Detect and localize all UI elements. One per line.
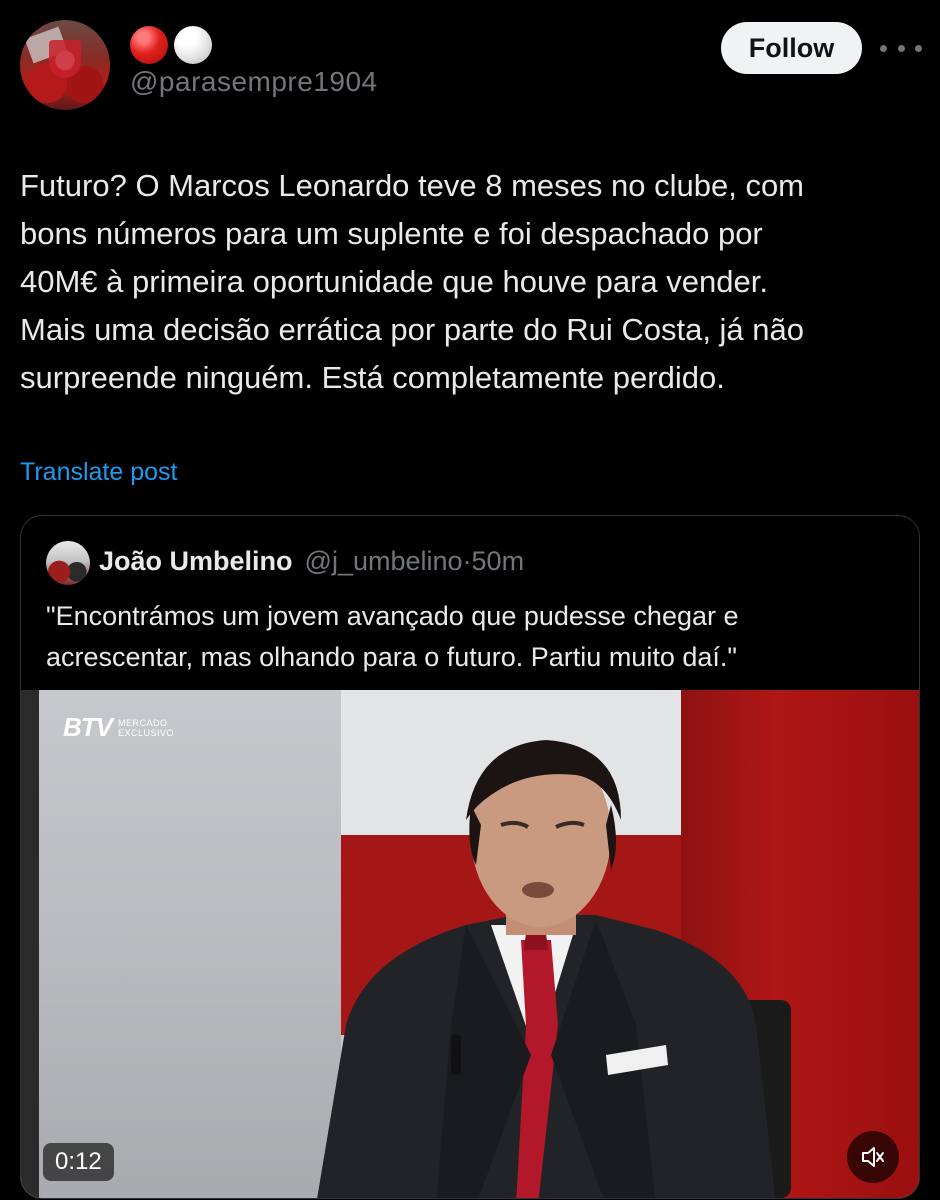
- channel-tag-line1: MERCADO: [118, 717, 168, 728]
- quoted-author-meta: @j_umbelino·50m: [305, 546, 525, 577]
- quoted-author-name[interactable]: João Umbelino: [99, 546, 293, 577]
- quoted-post-header: João Umbelino @j_umbelino·50m: [99, 546, 524, 577]
- quoted-post-card[interactable]: João Umbelino @j_umbelino·50m "Encontrám…: [20, 515, 920, 1199]
- video-player[interactable]: BTV MERCADO EXCLUSIVO 0:12: [21, 690, 919, 1198]
- author-display-name[interactable]: [130, 26, 212, 64]
- video-elapsed-time: 0:12: [43, 1143, 114, 1181]
- follow-button[interactable]: Follow: [721, 22, 862, 74]
- quoted-author-avatar[interactable]: [46, 541, 90, 585]
- author-avatar[interactable]: [20, 20, 110, 110]
- presenter-figure: [317, 740, 776, 1198]
- meta-separator: ·: [462, 546, 472, 576]
- avatar-crest: [49, 39, 81, 78]
- btv-logo-mark: BTV: [63, 712, 113, 742]
- quoted-post-time[interactable]: 50m: [472, 546, 525, 576]
- author-handle[interactable]: @parasempre1904: [130, 66, 378, 98]
- post-text: Futuro? O Marcos Leonardo teve 8 meses n…: [20, 168, 805, 395]
- red-circle-emoji: [130, 26, 168, 64]
- channel-logo: BTV MERCADO EXCLUSIVO: [63, 712, 174, 743]
- speaker-muted-icon[interactable]: [847, 1131, 899, 1183]
- channel-tag-line2: EXCLUSIVO: [118, 727, 175, 738]
- studio-edge: [21, 690, 39, 1198]
- quoted-author-handle[interactable]: @j_umbelino: [305, 546, 463, 576]
- translate-post-link[interactable]: Translate post: [20, 458, 177, 487]
- white-circle-emoji: [174, 26, 212, 64]
- quoted-post-text: "Encontrámos um jovem avançado que pudes…: [46, 601, 739, 672]
- channel-tag: MERCADO EXCLUSIVO: [118, 718, 174, 738]
- more-horizontal-icon[interactable]: [880, 34, 922, 62]
